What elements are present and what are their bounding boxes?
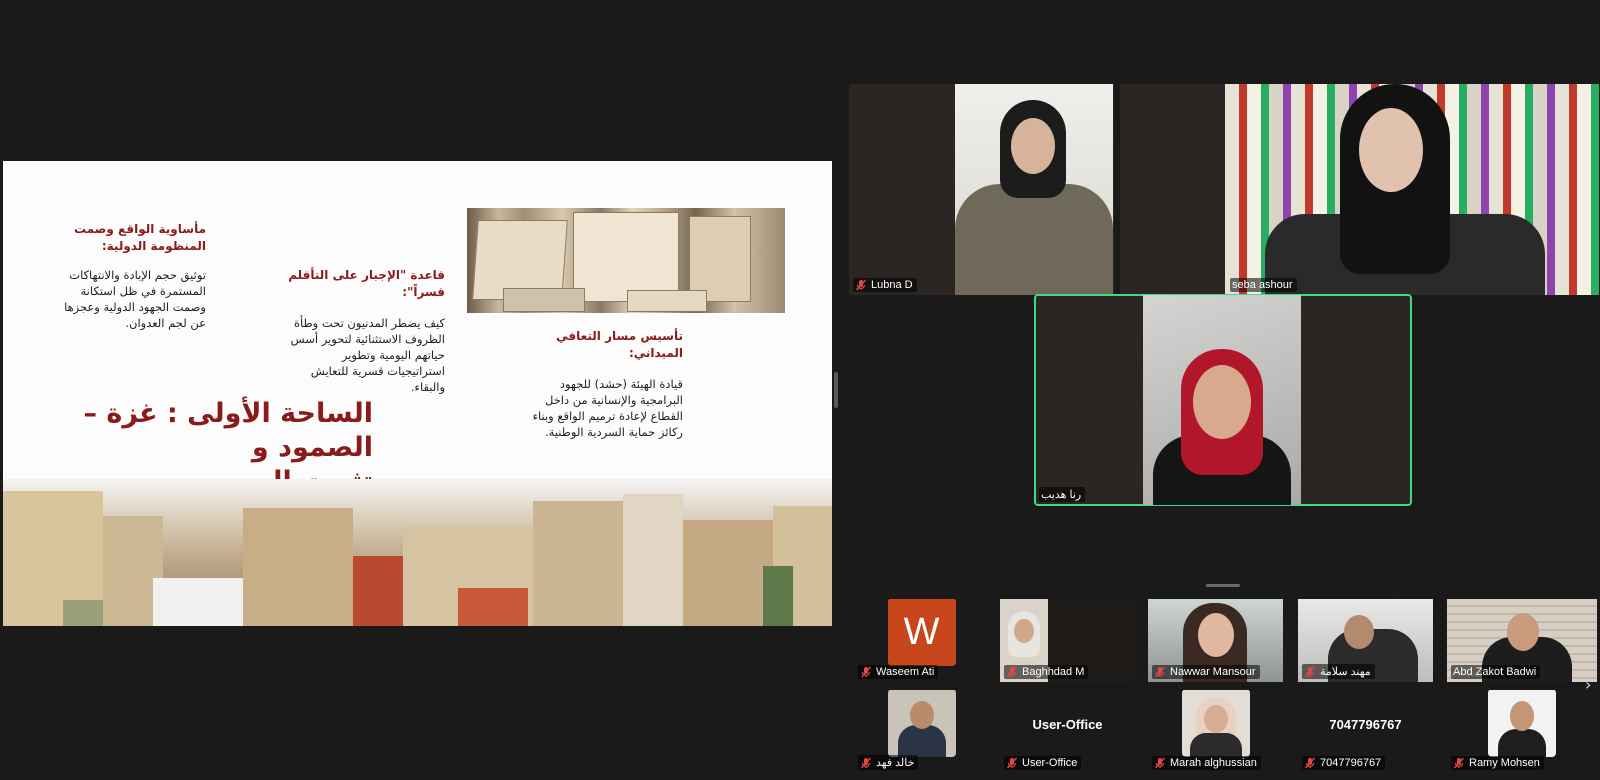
video-feed [1225, 84, 1599, 295]
video-tile-rana-active-speaker[interactable]: رنا هديب [1034, 294, 1412, 506]
strip-tile-ramy[interactable]: Ramy Mohsen [1447, 690, 1597, 773]
slide-block-1-heading: مأساوية الواقع وصمت المنظومة الدولية: [74, 222, 206, 253]
mic-muted-icon [1453, 757, 1465, 769]
participant-name: رنا هديب [1041, 489, 1082, 501]
participant-display-label: 7047796767 [1329, 717, 1402, 732]
mic-muted-icon [1006, 666, 1018, 678]
strip-tile-muhannad[interactable]: مهند سلامة [1298, 599, 1433, 682]
participant-name: Waseem Ati [876, 666, 935, 678]
participant-name: Ramy Mohsen [1469, 757, 1540, 769]
shared-slide: مأساوية الواقع وصمت المنظومة الدولية: تو… [3, 161, 832, 626]
participant-namebar: Lubna D [853, 278, 917, 292]
participant-namebar: خالد فهد [858, 755, 919, 770]
participant-namebar: Waseem Ati [858, 665, 939, 679]
strip-tile-khaled[interactable]: خالد فهد [854, 690, 989, 773]
participant-namebar: Nawwar Mansour [1152, 665, 1260, 679]
participant-name: User-Office [1022, 757, 1078, 769]
video-tile-lubna[interactable]: Lubna D [849, 84, 1114, 295]
video-feed [1143, 295, 1301, 505]
mic-muted-icon [1006, 757, 1018, 769]
participant-namebar: رنا هديب [1039, 487, 1086, 502]
slide-block-3-body: قيادة الهيئة (حشد) للجهود البرامجية والإ… [532, 377, 683, 439]
participant-display-label: User-Office [1032, 717, 1103, 732]
participant-name: Lubna D [871, 279, 913, 291]
mic-muted-icon [1154, 666, 1166, 678]
participant-namebar: Baghhdad M [1004, 665, 1089, 679]
participant-name: Abd Zakot Badwi [1453, 666, 1537, 678]
mic-muted-icon [860, 757, 872, 769]
strip-tile-user-office[interactable]: User-Office User-Office [1000, 690, 1135, 773]
slide-block-3: تأسيس مسار التعافي الميداني: قيادة الهيئ… [523, 328, 683, 440]
strip-tile-nawwar[interactable]: Nawwar Mansour [1148, 599, 1283, 682]
slide-block-2-heading: قاعدة "الإجبار على التأقلم قسراً": [288, 268, 445, 299]
gallery-strip-handle[interactable] [1206, 584, 1240, 587]
mic-muted-icon [1154, 757, 1166, 769]
strip-tile-abd[interactable]: Abd Zakot Badwi [1447, 599, 1597, 682]
mic-muted-icon [860, 666, 872, 678]
strip-tile-phone-number[interactable]: 7047796767 7047796767 [1298, 690, 1433, 773]
participant-namebar: Ramy Mohsen [1451, 756, 1544, 770]
participant-name: Baghhdad M [1022, 666, 1085, 678]
strip-tile-waseem[interactable]: W Waseem Ati [854, 599, 989, 682]
mic-muted-icon [1304, 666, 1316, 678]
avatar [1181, 690, 1250, 758]
participant-name: Nawwar Mansour [1170, 666, 1256, 678]
slide-title-line-1: الساحة الأولى : غزة – الصمود و [83, 398, 373, 463]
participant-name: Marah alghussian [1170, 757, 1257, 769]
participant-name: 7047796767 [1320, 757, 1382, 769]
mic-muted-icon [855, 279, 867, 291]
slide-block-2: قاعدة "الإجبار على التأقلم قسراً": كيف ي… [285, 267, 445, 395]
participant-name: مهند سلامة [1320, 666, 1371, 678]
participant-namebar: 7047796767 [1302, 756, 1386, 770]
participant-namebar: Marah alghussian [1152, 756, 1261, 770]
video-feed [955, 84, 1113, 295]
participant-name: خالد فهد [876, 757, 915, 769]
city-skyline-photo [3, 479, 832, 626]
participant-namebar: مهند سلامة [1302, 664, 1375, 679]
avatar [1488, 690, 1556, 758]
panel-resize-handle[interactable] [834, 372, 838, 408]
strip-tile-baghhdad[interactable]: Baghhdad M [1000, 599, 1135, 682]
participant-name: seba ashour [1232, 279, 1293, 291]
cemetery-photo [467, 208, 785, 313]
avatar [887, 690, 956, 758]
participant-namebar: seba ashour [1230, 278, 1297, 292]
mic-muted-icon [1304, 757, 1316, 769]
slide-block-2-body: كيف يضطر المدنيون تحت وطأة الظروف الاستث… [290, 316, 445, 394]
avatar-letter: W [887, 599, 956, 667]
slide-block-1: مأساوية الواقع وصمت المنظومة الدولية: تو… [51, 221, 206, 331]
participant-namebar: User-Office [1004, 756, 1082, 770]
strip-tile-marah[interactable]: Marah alghussian [1148, 690, 1283, 773]
avatar: W [887, 599, 956, 667]
slide-block-3-heading: تأسيس مسار التعافي الميداني: [556, 329, 683, 360]
video-tile-seba[interactable]: seba ashour [1120, 84, 1599, 295]
participant-namebar: Abd Zakot Badwi [1451, 665, 1541, 679]
slide-block-1-body: توثيق حجم الإبادة والانتهاكات المستمرة ف… [64, 268, 206, 330]
